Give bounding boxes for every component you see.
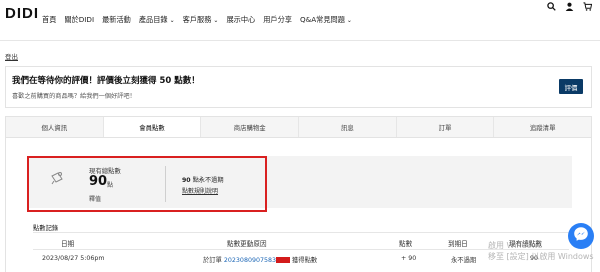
reason-prefix: 於訂單	[203, 257, 222, 264]
tab-member-points[interactable]: 會員點數	[103, 117, 202, 137]
row-points: + 90	[401, 255, 417, 262]
nav-item-about[interactable]: 關於DIDI	[64, 15, 94, 25]
col-points: 點數	[399, 240, 413, 248]
row-date: 2023/08/27 5:06pm	[42, 255, 105, 262]
col-expiry: 到期日	[448, 240, 468, 248]
nav-item-events[interactable]: 最新活動	[102, 15, 131, 25]
col-reason: 點數更動原因	[227, 240, 267, 248]
nav-label: 用戶分享	[263, 15, 292, 24]
nav-label: Q&A常見問題	[299, 15, 345, 24]
messenger-icon	[573, 226, 589, 246]
order-link[interactable]: 2023080907583	[224, 257, 276, 264]
nav-item-faq[interactable]: Q&A常見問題 ⌄	[300, 15, 352, 25]
review-subtitle: 喜歡之前購買的商品嗎？給我們一個好評吧！	[12, 93, 136, 100]
nav-label: 關於DIDI	[64, 15, 95, 24]
tab-messages[interactable]: 訊息	[299, 117, 397, 137]
messenger-chat-button[interactable]	[568, 223, 594, 249]
col-date: 日期	[61, 240, 75, 248]
chevron-down-icon: ⌄	[169, 17, 175, 24]
review-banner: 我們在等待你的評價！評價後立刻獲得 50 點數！ 喜歡之前購買的商品嗎？給我們一…	[5, 66, 592, 108]
tab-store-credit[interactable]: 商店購物金	[201, 117, 300, 137]
header-divider	[0, 40, 600, 41]
row-reason: 於訂單 2023080907583 獲得點數	[203, 255, 317, 264]
user-icon[interactable]	[564, 2, 574, 14]
nav-item-service[interactable]: 客戶服務 ⌄	[183, 15, 219, 25]
nav-item-home[interactable]: 首頁	[42, 15, 56, 25]
nav-label: 最新活動	[102, 15, 131, 24]
review-button[interactable]: 評價	[559, 79, 583, 94]
nav-item-share[interactable]: 用戶分享	[263, 15, 292, 25]
chevron-down-icon: ⌄	[346, 17, 352, 24]
nav-label: 產品目錄	[138, 15, 168, 24]
row-expiry: 永不過期	[451, 257, 477, 264]
cart-icon[interactable]	[582, 2, 592, 14]
nav-label: 首頁	[42, 15, 57, 24]
main-nav: 首頁 關於DIDI 最新活動 產品目錄 ⌄ 客戶服務 ⌄ 展示中心 用戶分享 Q&A…	[42, 15, 360, 25]
account-tabs: 個人資訊 會員點數 商店購物金 訊息 訂單 追蹤清單	[5, 116, 592, 138]
reason-suffix: 獲得點數	[292, 257, 318, 264]
nav-item-catalog[interactable]: 產品目錄 ⌄	[139, 15, 175, 25]
review-title: 我們在等待你的評價！評價後立刻獲得 50 點數！	[12, 76, 200, 86]
tab-orders[interactable]: 訂單	[397, 117, 495, 137]
logout-link[interactable]: 登出	[5, 51, 18, 61]
highlight-box	[27, 156, 267, 212]
search-icon[interactable]	[546, 2, 556, 14]
tab-profile[interactable]: 個人資訊	[6, 117, 104, 137]
nav-label: 客戶服務	[182, 15, 212, 24]
nav-label: 展示中心	[226, 15, 256, 24]
tab-wishlist[interactable]: 追蹤清單	[494, 117, 591, 137]
nav-item-showroom[interactable]: 展示中心	[226, 15, 255, 25]
records-title: 點數記錄	[33, 225, 59, 232]
chevron-down-icon: ⌄	[213, 17, 219, 24]
logo[interactable]: DIDI	[5, 5, 39, 22]
header-icons	[546, 2, 592, 14]
watermark-line2: 移至 [設定] 以啟用 Windows	[488, 252, 594, 261]
redaction-mark	[276, 257, 290, 263]
